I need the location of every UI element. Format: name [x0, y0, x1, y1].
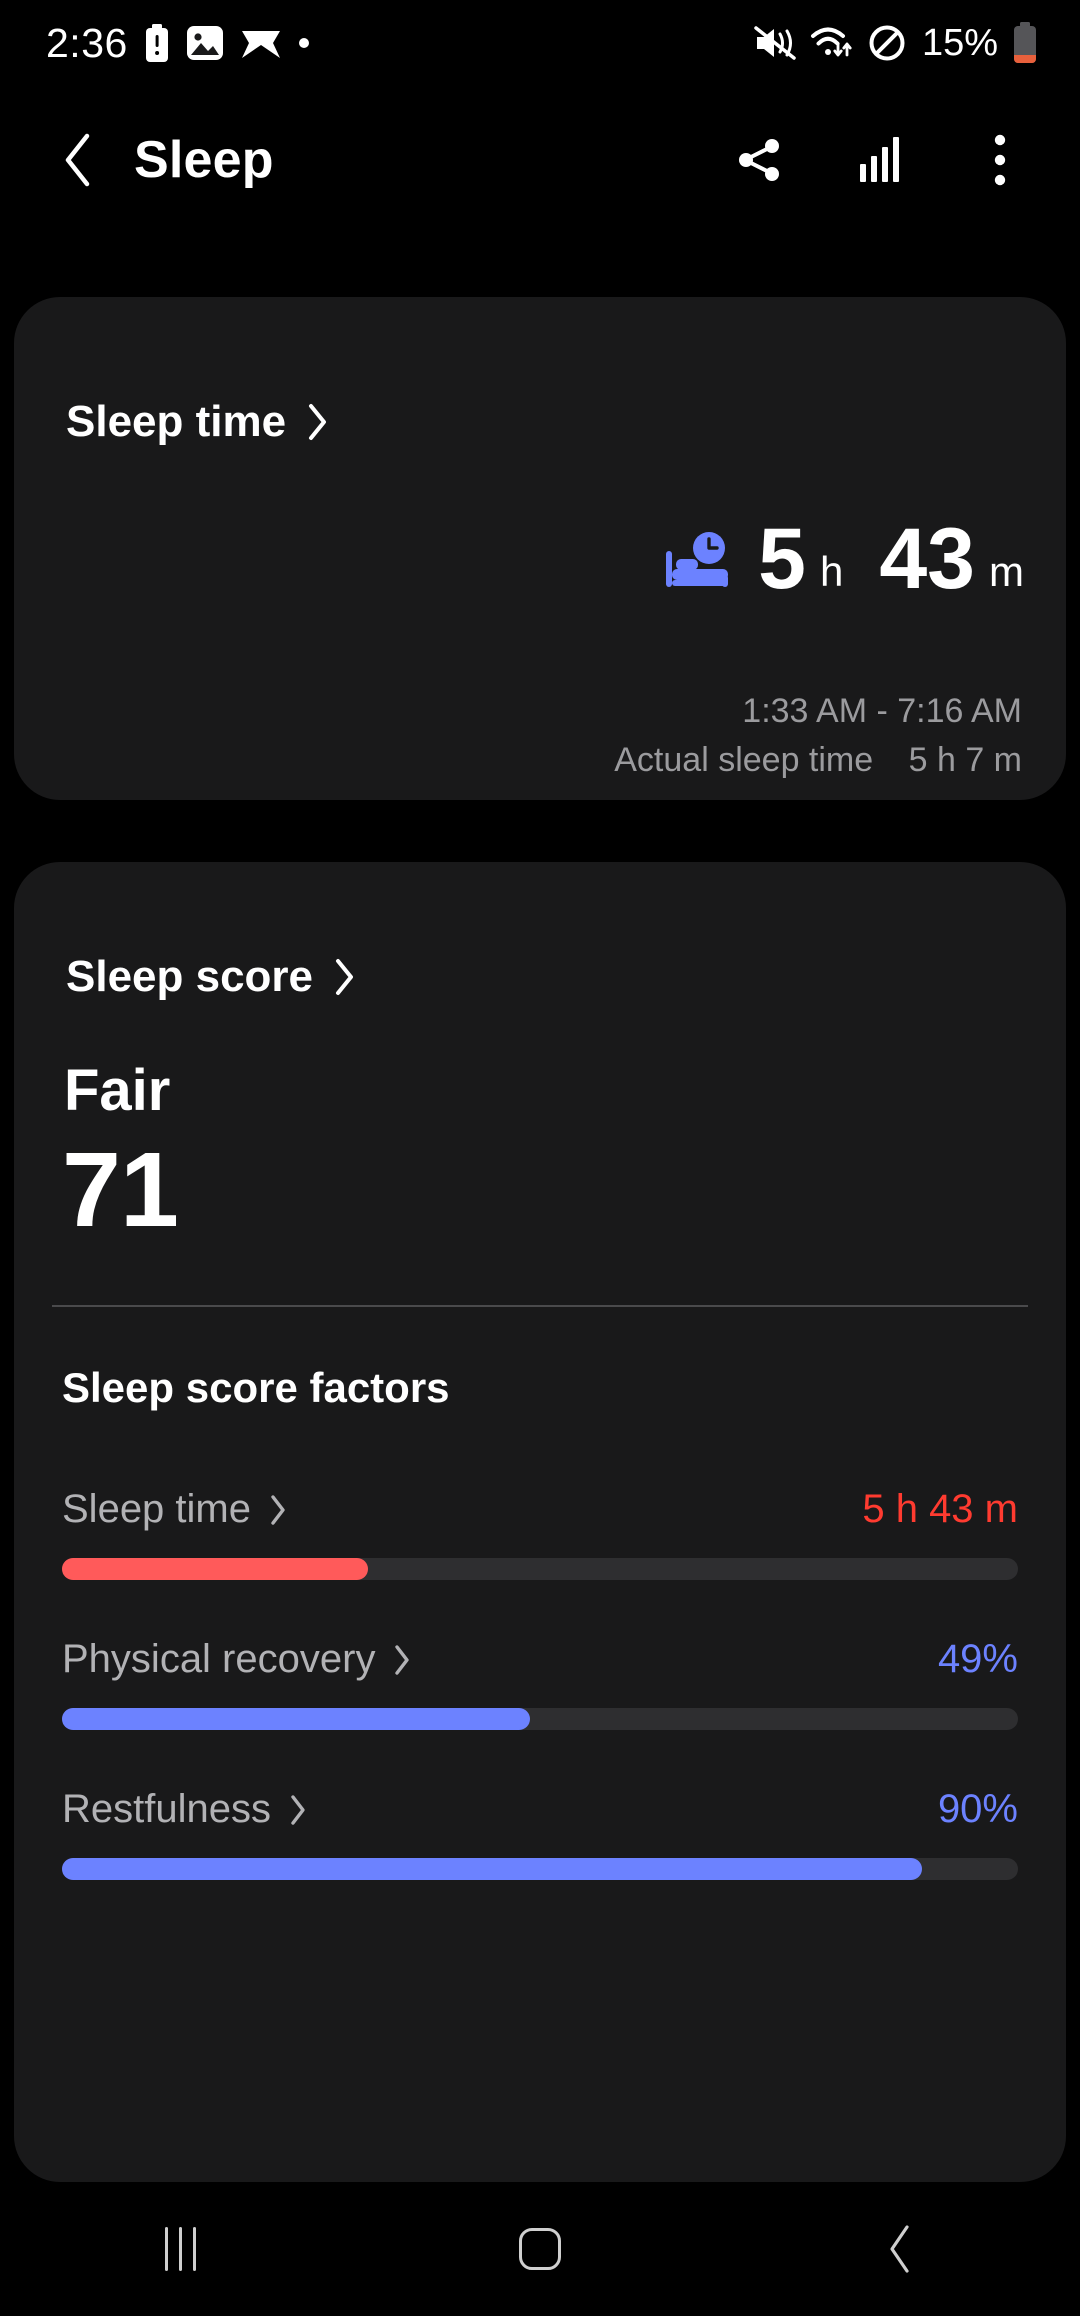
- factor-value: 5 h 43 m: [862, 1487, 1018, 1531]
- sleep-hours-value: 5: [758, 511, 806, 607]
- factor-progress-fill: [62, 1558, 368, 1580]
- chart-button[interactable]: [844, 124, 916, 196]
- battery-percent-label: 15%: [921, 21, 998, 64]
- home-button[interactable]: [465, 2199, 615, 2299]
- factor-label: Restfulness: [62, 1787, 271, 1831]
- mute-vibrate-icon: [754, 25, 796, 61]
- factor-progress-track: [62, 1558, 1018, 1580]
- factor-label: Physical recovery: [62, 1637, 376, 1681]
- back-button[interactable]: [825, 2199, 975, 2299]
- chevron-right-icon: [269, 1494, 287, 1526]
- sleep-score-card[interactable]: Sleep score Fair 71 Sleep score factors …: [14, 862, 1066, 2182]
- sleep-time-details: 1:33 AM - 7:16 AM Actual sleep time 5 h …: [614, 687, 1022, 786]
- factor-value: 49%: [937, 1637, 1018, 1681]
- factor-progress-fill: [62, 1708, 531, 1730]
- battery-low-icon: [1012, 22, 1038, 64]
- factor-value: 90%: [937, 1787, 1018, 1831]
- share-button[interactable]: [724, 124, 796, 196]
- app-bar: Sleep: [0, 100, 1080, 220]
- overflow-menu-button[interactable]: [964, 124, 1036, 196]
- chevron-right-icon: [393, 1644, 411, 1676]
- section-divider: [52, 1305, 1028, 1307]
- status-bar-left: 2:36: [46, 20, 310, 67]
- sleep-minutes-value: 43: [879, 511, 975, 607]
- sleep-time-card-header[interactable]: Sleep time: [66, 397, 328, 447]
- factor-row-sleep-time[interactable]: Sleep time 5 h 43 m: [14, 1487, 1066, 1580]
- home-icon: [519, 2228, 561, 2270]
- recents-icon: [164, 2227, 196, 2271]
- recents-button[interactable]: [105, 2199, 255, 2299]
- factor-progress-fill: [62, 1858, 923, 1880]
- factor-row-restfulness[interactable]: Restfulness 90%: [14, 1787, 1066, 1880]
- wifi-icon: [810, 24, 854, 62]
- factor-header[interactable]: Sleep time 5 h 43 m: [14, 1487, 1066, 1532]
- sleep-score-grade: Fair: [64, 1058, 171, 1123]
- actual-sleep-time-label: Actual sleep time: [614, 741, 874, 780]
- actual-sleep-time-value: 5 h 7 m: [908, 741, 1022, 780]
- sleep-range-label: 1:33 AM - 7:16 AM: [742, 692, 1022, 730]
- overflow-menu-icon: [992, 132, 1008, 188]
- sleep-score-card-header[interactable]: Sleep score: [66, 952, 355, 1002]
- sleep-score-value: 71: [62, 1131, 179, 1249]
- dot-indicator-icon: [298, 37, 310, 49]
- chevron-left-icon: [885, 2224, 915, 2274]
- status-bar-clock: 2:36: [46, 19, 128, 66]
- factor-label-group: Sleep time: [62, 1487, 287, 1532]
- share-icon: [734, 134, 786, 186]
- sleep-time-card-title: Sleep time: [66, 397, 287, 446]
- sleep-hours-unit: h: [819, 547, 844, 595]
- image-icon: [186, 24, 224, 62]
- actual-sleep-time-row: Actual sleep time 5 h 7 m: [614, 736, 1022, 785]
- app-bar-actions: [724, 124, 1036, 196]
- factor-header[interactable]: Physical recovery 49%: [14, 1637, 1066, 1682]
- back-button[interactable]: [40, 122, 116, 198]
- status-bar: 2:36 15%: [0, 0, 1080, 86]
- sleep-time-card[interactable]: Sleep time 5 h 43 m 1:33 AM - 7:16 AM Ac…: [14, 297, 1066, 800]
- bed-clock-icon: [662, 531, 738, 591]
- battery-alert-icon: [144, 24, 170, 62]
- factor-label: Sleep time: [62, 1487, 251, 1531]
- chevron-right-icon: [289, 1794, 307, 1826]
- chevron-right-icon: [306, 403, 328, 441]
- sleep-score-factors-title: Sleep score factors: [62, 1364, 450, 1411]
- app-icon: [240, 25, 282, 61]
- chevron-right-icon: [333, 958, 355, 996]
- factor-header[interactable]: Restfulness 90%: [14, 1787, 1066, 1832]
- sleep-minutes-unit: m: [989, 547, 1024, 595]
- bar-chart-icon: [856, 134, 904, 186]
- factor-label-group: Restfulness: [62, 1787, 307, 1832]
- status-bar-right: 15%: [754, 22, 1038, 65]
- factor-progress-track: [62, 1858, 1018, 1880]
- page-title: Sleep: [134, 131, 274, 189]
- do-not-disturb-icon: [868, 24, 906, 62]
- system-nav-bar: [0, 2182, 1080, 2316]
- factor-label-group: Physical recovery: [62, 1637, 411, 1682]
- sleep-score-card-title: Sleep score: [66, 952, 314, 1001]
- sleep-duration-display: 5 h 43 m: [662, 511, 1024, 607]
- factor-progress-track: [62, 1708, 1018, 1730]
- chevron-left-icon: [60, 132, 96, 188]
- factor-row-physical-recovery[interactable]: Physical recovery 49%: [14, 1637, 1066, 1730]
